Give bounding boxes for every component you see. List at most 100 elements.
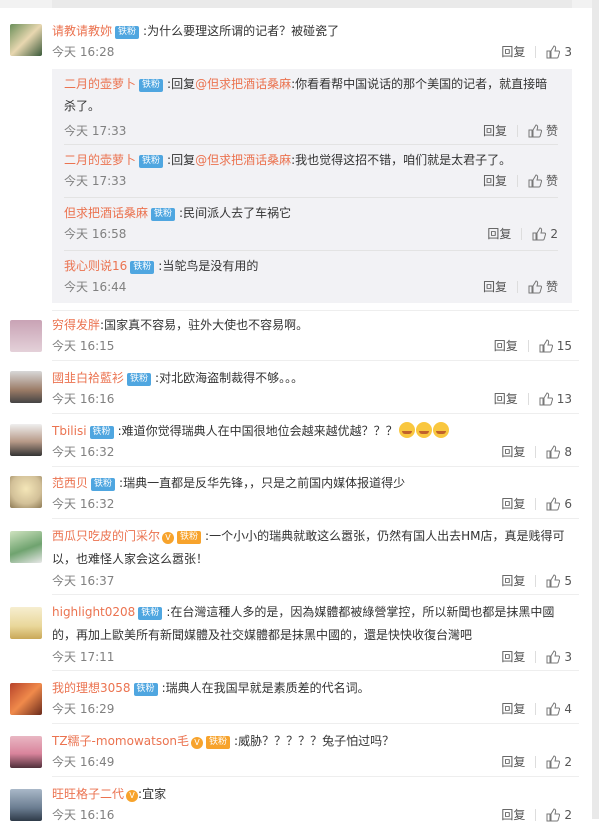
fan-badge[interactable]: 铁粉 <box>133 683 158 696</box>
avatar[interactable] <box>10 320 42 352</box>
mention-link[interactable]: @但求把酒话桑麻 <box>195 77 291 91</box>
fan-badge[interactable]: 铁粉 <box>138 607 163 620</box>
username[interactable]: 國韭白袷藍衫 <box>52 371 124 385</box>
username[interactable]: 旺旺格子二代 <box>52 787 124 801</box>
fan-badge[interactable]: 铁粉 <box>139 79 164 92</box>
username[interactable]: highlight0208 <box>52 605 135 619</box>
comment-text: 一个小小的瑞典就敢这么嚣张，仍然有国人出去HM店，真是贱得可 <box>209 529 565 543</box>
comment-text-continued: 以，也难怪人家会这么嚣张！ <box>52 552 209 566</box>
like-button[interactable]: 2 <box>546 755 572 769</box>
scrollbar-edge[interactable] <box>592 0 599 819</box>
reply-button[interactable]: 回复 <box>501 445 525 459</box>
like-button[interactable]: 3 <box>546 45 572 59</box>
like-button[interactable]: 6 <box>546 497 572 511</box>
thumb-up-icon <box>546 650 561 664</box>
reply-button[interactable]: 回复 <box>501 497 525 511</box>
reply-button[interactable]: 回复 <box>494 392 518 406</box>
reply-text: :你看看帮中国说话的那个美国的记者，就直接暗杀了。 <box>64 77 548 113</box>
comment-text: 在台灣這種人多的是，因為媒體都被綠營掌控，所以新聞也都是抹黑中國 <box>170 605 555 619</box>
comment-text: 宜家 <box>142 787 167 801</box>
username[interactable]: 二月的壶萝卜 <box>64 77 136 91</box>
username[interactable]: 我心则说16 <box>64 259 127 273</box>
avatar[interactable] <box>10 424 42 456</box>
laugh-emoji-icon <box>415 422 432 438</box>
reply-button[interactable]: 回复 <box>501 45 525 59</box>
fan-badge[interactable]: 铁粉 <box>127 373 152 386</box>
avatar[interactable] <box>10 607 42 639</box>
reply-button[interactable]: 回复 <box>501 755 525 769</box>
verified-v-icon: V <box>162 532 175 544</box>
fan-badge[interactable]: 铁粉 <box>89 426 114 439</box>
reply-button[interactable]: 回复 <box>501 808 525 822</box>
like-button[interactable]: 赞 <box>528 124 558 138</box>
fan-badge[interactable]: 铁粉 <box>115 26 140 39</box>
timestamp: 今天 16:28 <box>52 45 115 59</box>
reply-button[interactable]: 回复 <box>501 702 525 716</box>
avatar[interactable] <box>10 789 42 821</box>
thumb-up-icon <box>539 392 553 406</box>
comment-text: 瑞典一直都是反华先锋，，只是之前国内媒体报道得少 <box>123 476 406 490</box>
thumb-up-icon <box>546 497 561 511</box>
reply-button[interactable]: 回复 <box>501 650 525 664</box>
like-button[interactable]: 13 <box>539 392 572 406</box>
like-button[interactable]: 5 <box>546 574 572 588</box>
reply-button[interactable]: 回复 <box>483 124 507 138</box>
reply-text: 民间派人去了车祸它 <box>183 206 292 220</box>
laugh-emoji-icon <box>432 422 449 438</box>
like-button[interactable]: 8 <box>546 445 572 459</box>
like-button[interactable]: 4 <box>546 702 572 716</box>
thumb-up-icon <box>546 45 561 59</box>
comment-text: 难道你觉得瑞典人在中国很地位会越来越优越？？？ <box>121 424 398 438</box>
fan-badge[interactable]: 铁粉 <box>206 736 231 749</box>
thumb-up-icon <box>546 574 561 588</box>
fan-badge[interactable]: 铁粉 <box>139 155 164 168</box>
thumb-up-icon <box>546 445 561 459</box>
like-button[interactable]: 赞 <box>528 174 558 188</box>
username[interactable]: 西瓜只吃皮的门采尔 <box>52 529 160 543</box>
like-button[interactable]: 15 <box>539 339 572 353</box>
comment-text: 为什么要理这所谓的记者？被碰瓷了 <box>147 24 340 38</box>
username[interactable]: TZ糯子-momowatson毛 <box>52 734 189 748</box>
comment-text: 国家真不容易，驻外大使也不容易啊。 <box>104 318 309 332</box>
username[interactable]: Tbilisi <box>52 424 87 438</box>
username[interactable]: 范西贝 <box>52 476 88 490</box>
mention-link[interactable]: @但求把酒话桑麻 <box>195 153 291 167</box>
thumb-up-icon <box>528 280 543 294</box>
reply-text: :我也觉得这招不错，咱们就是太君子了。 <box>291 153 512 167</box>
reply-button[interactable]: 回复 <box>487 227 511 241</box>
avatar[interactable] <box>10 531 42 563</box>
username[interactable]: 穷得发胖 <box>52 318 100 332</box>
thumb-up-icon <box>546 702 561 716</box>
avatar[interactable] <box>10 476 42 508</box>
thumb-up-icon <box>528 174 543 188</box>
username[interactable]: 我的理想3058 <box>52 681 131 695</box>
username[interactable]: 请教请教妳 <box>52 24 112 38</box>
username[interactable]: 但求把酒话桑麻 <box>64 206 148 220</box>
like-button[interactable]: 2 <box>532 227 558 241</box>
like-button[interactable]: 3 <box>546 650 572 664</box>
reply-button[interactable]: 回复 <box>483 174 507 188</box>
thumb-up-icon <box>532 227 547 241</box>
thumb-up-icon <box>546 755 561 769</box>
avatar[interactable] <box>10 736 42 768</box>
username[interactable]: 二月的壶萝卜 <box>64 153 136 167</box>
fan-badge[interactable]: 铁粉 <box>151 208 176 221</box>
like-button[interactable]: 赞 <box>528 280 558 294</box>
verified-v-icon: V <box>126 790 139 802</box>
like-button[interactable]: 2 <box>546 808 572 822</box>
reply-button[interactable]: 回复 <box>483 280 507 294</box>
reply-button[interactable]: 回复 <box>494 339 518 353</box>
fan-badge[interactable]: 铁粉 <box>91 478 116 491</box>
previous-comment-edge <box>0 0 599 8</box>
reply-button[interactable]: 回复 <box>501 574 525 588</box>
avatar[interactable] <box>10 683 42 715</box>
reply-text: 当鸵鸟是没有用的 <box>162 259 259 273</box>
fan-badge[interactable]: 铁粉 <box>130 261 155 274</box>
comment-text-continued: 的，再加上歐美所有新聞媒體及社交媒體都是抹黑中國的，還是快快收復台灣吧 <box>52 628 473 642</box>
comment-text: 瑞典人在我国早就是素质差的代名词。 <box>165 681 370 695</box>
thumb-up-icon <box>539 339 553 353</box>
comment-text: 威胁？？？？？兔子怕过吗？ <box>238 734 395 748</box>
avatar[interactable] <box>10 371 42 403</box>
avatar[interactable] <box>10 24 42 56</box>
fan-badge[interactable]: 铁粉 <box>177 531 202 544</box>
